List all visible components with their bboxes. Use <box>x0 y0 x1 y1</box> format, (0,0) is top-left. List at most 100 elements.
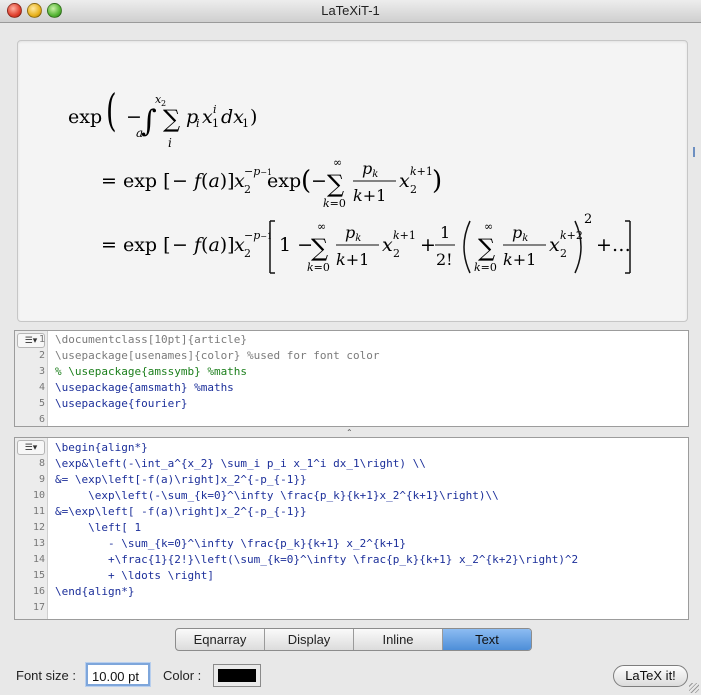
line-number: 9 <box>38 474 45 485</box>
code-line[interactable]: &=\exp\left[ -f(a)\right]x_2^{-p_{-1}} <box>55 505 307 518</box>
line-number: 13 <box>32 538 45 549</box>
code-line[interactable]: &= \exp\left[-f(a)\right]x_2^{-p_{-1}} <box>55 473 307 486</box>
line-number: 11 <box>32 506 45 517</box>
svg-text:k+1: k+1 <box>393 229 416 242</box>
code-line[interactable]: % \usepackage{amssymb} %maths <box>55 365 247 378</box>
body-gutter: ☰▾ 8 9 10 11 12 13 14 15 16 17 <box>15 438 48 619</box>
code-line[interactable]: \usepackage{amsmath} %maths <box>55 381 234 394</box>
font-size-field[interactable]: 10.00 pt <box>86 663 150 686</box>
svg-text:= exp [: = exp [ <box>101 234 171 256</box>
window-title: LaTeXiT-1 <box>321 3 380 18</box>
svg-text:2: 2 <box>410 183 417 196</box>
code-line[interactable]: \exp\left(-\sum_{k=0}^\infty \frac{p_k}{… <box>55 489 499 502</box>
svg-text:x: x <box>382 234 393 256</box>
svg-text:1: 1 <box>440 223 450 242</box>
preamble-gutter: ☰▾ 123456 <box>15 331 48 426</box>
code-line[interactable]: \left[ 1 <box>55 521 141 534</box>
preamble-editor[interactable]: ☰▾ 123456 \documentclass[10pt]{article} \… <box>14 330 689 427</box>
resize-grip-icon[interactable] <box>689 683 699 693</box>
title-bar: LaTeXiT-1 <box>0 0 701 23</box>
svg-text:2: 2 <box>244 183 251 196</box>
color-label: Color : <box>163 668 202 683</box>
svg-text:∫: ∫ <box>141 104 157 139</box>
mode-selector[interactable]: Eqnarray Display Inline Text <box>175 628 532 651</box>
mode-text[interactable]: Text <box>443 629 531 650</box>
svg-text:∞: ∞ <box>333 156 342 169</box>
line-number: 12 <box>32 522 45 533</box>
svg-text:− f(a)]: − f(a)] <box>172 170 235 192</box>
svg-text:= exp [: = exp [ <box>101 170 171 192</box>
svg-text:(: ( <box>106 85 117 137</box>
svg-text:exp: exp <box>68 106 102 128</box>
svg-text:+: + <box>420 234 436 256</box>
svg-text:k+1: k+1 <box>353 186 386 205</box>
svg-text:∑: ∑ <box>478 234 495 262</box>
mode-inline[interactable]: Inline <box>354 629 443 650</box>
latex-it-button[interactable]: LaTeX it! <box>613 665 688 687</box>
drawer-handle[interactable] <box>693 147 701 157</box>
color-swatch <box>218 669 256 682</box>
code-line[interactable]: \usepackage{fourier} <box>55 397 187 410</box>
svg-text:a: a <box>136 126 143 140</box>
svg-text:1: 1 <box>242 117 249 130</box>
svg-text:1: 1 <box>212 117 219 130</box>
svg-text:−: − <box>311 170 327 192</box>
code-line[interactable]: \exp&\left(-\int_a^{x_2} \sum_i p_i x_1^… <box>55 457 426 470</box>
line-number: 3 <box>38 366 45 377</box>
line-number: 15 <box>32 570 45 581</box>
svg-text:+…: +… <box>596 234 631 256</box>
svg-text:∞: ∞ <box>317 220 326 233</box>
line-number: 4 <box>38 382 45 393</box>
svg-text:k=0: k=0 <box>323 197 346 210</box>
svg-text:k+1: k+1 <box>503 250 536 269</box>
svg-text:k+1: k+1 <box>410 165 433 178</box>
svg-text:): ) <box>250 106 257 128</box>
svg-text:∑: ∑ <box>163 105 180 133</box>
svg-text:k=0: k=0 <box>307 261 330 274</box>
color-well[interactable] <box>213 664 261 687</box>
svg-text:dx: dx <box>221 106 244 128</box>
svg-text:∑: ∑ <box>311 234 328 262</box>
line-number: 1 <box>38 334 45 345</box>
mode-display[interactable]: Display <box>265 629 354 650</box>
svg-text:2!: 2! <box>436 250 453 269</box>
svg-text:pk: pk <box>362 159 378 180</box>
line-number: 14 <box>32 554 45 565</box>
font-size-label: Font size : <box>16 668 76 683</box>
svg-text:i: i <box>196 117 200 130</box>
splitter-handle[interactable]: ⌃ <box>346 428 355 437</box>
body-menu-button[interactable]: ☰▾ <box>17 440 45 455</box>
line-number: 16 <box>32 586 45 597</box>
mode-eqnarray[interactable]: Eqnarray <box>176 629 265 650</box>
svg-text:k=0: k=0 <box>474 261 497 274</box>
code-line[interactable]: \begin{align*} <box>55 441 148 454</box>
svg-text:i: i <box>213 103 217 116</box>
svg-text:): ) <box>432 166 442 196</box>
svg-text:−: − <box>126 106 142 128</box>
svg-text:∞: ∞ <box>484 220 493 233</box>
code-line[interactable]: \documentclass[10pt]{article} <box>55 333 247 346</box>
code-line[interactable]: +\frac{1}{2!}\left(\sum_{k=0}^\infty \fr… <box>55 553 578 566</box>
svg-text:x: x <box>399 170 410 192</box>
svg-text:x: x <box>549 234 560 256</box>
svg-text:2: 2 <box>584 212 592 227</box>
svg-text:1 −: 1 − <box>279 234 313 256</box>
svg-text:−p−1: −p−1 <box>244 229 272 242</box>
svg-text:pk: pk <box>345 223 361 244</box>
equation-render: exp ( − ∫ x 2 a ∑ i p i x 1 i dx 1 ) = e… <box>68 85 631 274</box>
svg-text:k+1: k+1 <box>336 250 369 269</box>
body-editor[interactable]: ☰▾ 8 9 10 11 12 13 14 15 16 17 \begin{align*} \exp… <box>14 437 689 620</box>
code-line[interactable]: + \ldots \right] <box>55 569 214 582</box>
line-number: 8 <box>38 458 45 469</box>
svg-text:2: 2 <box>560 247 567 260</box>
equation-preview[interactable]: exp ( − ∫ x 2 a ∑ i p i x 1 i dx 1 ) = e… <box>17 40 688 322</box>
code-line[interactable]: \usepackage[usenames]{color} %used for f… <box>55 349 380 362</box>
line-number: 17 <box>32 602 45 613</box>
svg-text:2: 2 <box>393 247 400 260</box>
svg-text:− f(a)]: − f(a)] <box>172 234 235 256</box>
svg-text:exp: exp <box>267 170 301 192</box>
code-line[interactable]: \end{align*} <box>55 585 134 598</box>
line-number: 5 <box>38 398 45 409</box>
svg-text:i: i <box>168 136 172 150</box>
code-line[interactable]: - \sum_{k=0}^\infty \frac{p_k}{k+1} x_2^… <box>55 537 406 550</box>
